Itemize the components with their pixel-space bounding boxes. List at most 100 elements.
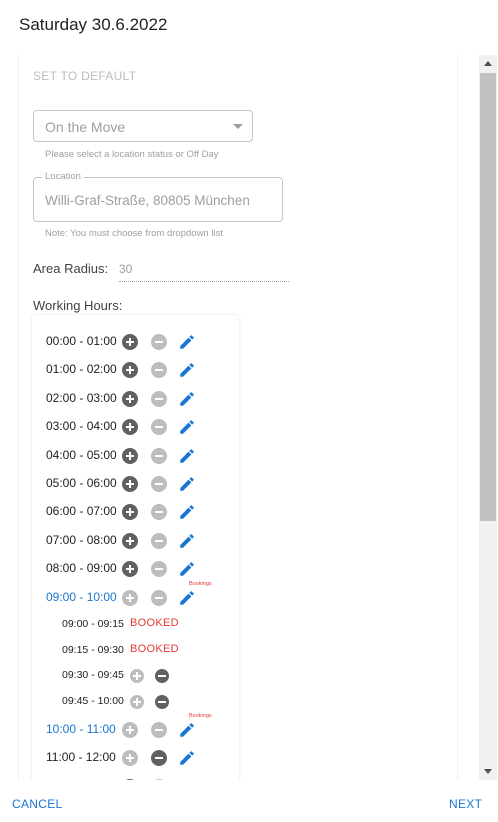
- add-circle-icon[interactable]: [130, 669, 144, 683]
- hour-row: 06:00 - 07:00: [32, 501, 239, 523]
- remove-circle-icon[interactable]: [155, 694, 169, 709]
- hour-row: 10:00 - 11:00 Bookings: [32, 713, 239, 741]
- remove-circle-icon[interactable]: [151, 362, 167, 379]
- pencil-icon[interactable]: [178, 532, 196, 550]
- pencil-icon[interactable]: [178, 333, 196, 351]
- remove-circle-icon[interactable]: [155, 669, 169, 683]
- add-circle-icon[interactable]: [122, 362, 138, 379]
- remove-circle-icon[interactable]: [151, 476, 167, 492]
- hour-row-time: 11:00 - 12:00: [46, 750, 116, 765]
- booking-slot-time: 09:00 - 09:15: [62, 618, 124, 630]
- hour-row: 02:00 - 03:00: [32, 388, 239, 410]
- bookings-tag: Bookings: [189, 713, 212, 719]
- hour-row-time: 06:00 - 07:00: [46, 504, 117, 519]
- dialog-content: SET TO DEFAULT On the Move Please select…: [18, 55, 458, 780]
- hour-row: 04:00 - 05:00: [32, 445, 239, 467]
- remove-circle-icon[interactable]: [151, 447, 167, 464]
- hour-row-time: 03:00 - 04:00: [46, 419, 117, 434]
- add-circle-icon[interactable]: [122, 561, 138, 578]
- scrollbar-thumb[interactable]: [480, 73, 496, 521]
- add-circle-icon[interactable]: [122, 504, 138, 521]
- remove-circle-icon[interactable]: [151, 504, 167, 521]
- add-circle-icon[interactable]: [122, 750, 138, 767]
- pencil-icon[interactable]: [178, 778, 196, 780]
- booking-slot-row: 09:00 - 09:15 BOOKED: [32, 614, 239, 636]
- location-value: Willi-Graf-Straße, 80805 München: [45, 193, 250, 208]
- hour-row-time: 00:00 - 01:00: [46, 334, 117, 348]
- hour-row: 12:00 - 13:00: [32, 776, 239, 780]
- hour-row-time: 12:00 - 13:00: [46, 779, 117, 780]
- add-circle-icon[interactable]: [122, 334, 138, 350]
- add-circle-icon[interactable]: [122, 476, 138, 492]
- booking-slot-time: 09:45 - 10:00: [62, 694, 124, 707]
- remove-circle-icon[interactable]: [151, 390, 167, 407]
- hour-row: 09:00 - 10:00 Bookings: [32, 581, 239, 609]
- hour-row-time: 05:00 - 06:00: [46, 476, 117, 490]
- add-circle-icon[interactable]: [130, 694, 144, 709]
- add-circle-icon[interactable]: [122, 589, 138, 606]
- scroll-up-arrow-icon[interactable]: [484, 61, 492, 66]
- scrollbar[interactable]: [479, 55, 497, 780]
- booked-label: BOOKED: [130, 617, 179, 629]
- pencil-icon[interactable]: [178, 721, 196, 739]
- hour-row: 08:00 - 09:00: [32, 558, 239, 580]
- add-circle-icon[interactable]: [122, 390, 138, 407]
- booking-slot-row: 09:15 - 09:30 BOOKED: [32, 640, 239, 662]
- next-button[interactable]: NEXT: [449, 797, 482, 811]
- remove-circle-icon[interactable]: [151, 778, 167, 780]
- chevron-down-icon: [233, 124, 243, 129]
- hour-row-time: 04:00 - 05:00: [46, 447, 117, 462]
- hour-row-time: 10:00 - 11:00: [46, 722, 116, 736]
- booking-slot-time: 09:15 - 09:30: [62, 643, 124, 656]
- pencil-icon[interactable]: [178, 589, 196, 607]
- location-status-value: On the Move: [45, 119, 126, 135]
- hour-row: 00:00 - 01:00: [32, 331, 239, 353]
- remove-circle-icon[interactable]: [151, 722, 167, 738]
- working-hours-list: 00:00 - 01:00 01:00 - 02:00 02:00 - 03:00 0…: [32, 315, 239, 780]
- area-radius-label: Area Radius:: [33, 261, 109, 276]
- pencil-icon[interactable]: [178, 390, 196, 408]
- remove-circle-icon[interactable]: [151, 750, 167, 767]
- remove-circle-icon[interactable]: [151, 419, 167, 436]
- add-circle-icon[interactable]: [122, 447, 138, 464]
- dialog-title: Saturday 30.6.2022: [19, 15, 168, 34]
- pencil-icon[interactable]: [178, 361, 196, 379]
- pencil-icon[interactable]: [178, 749, 196, 767]
- scroll-down-arrow-icon[interactable]: [484, 769, 492, 774]
- bookings-tag: Bookings: [189, 580, 212, 587]
- remove-circle-icon[interactable]: [151, 561, 167, 578]
- hour-row: 01:00 - 02:00: [32, 359, 239, 381]
- hour-row-time: 02:00 - 03:00: [46, 390, 117, 405]
- pencil-icon[interactable]: [178, 418, 196, 436]
- location-helper-text: Note: You must choose from dropdown list: [45, 228, 223, 239]
- remove-circle-icon[interactable]: [151, 532, 167, 549]
- pencil-icon[interactable]: [178, 503, 196, 521]
- set-to-default-button[interactable]: SET TO DEFAULT: [33, 69, 136, 83]
- area-radius-value: 30: [119, 262, 133, 276]
- add-circle-icon[interactable]: [122, 778, 138, 780]
- area-radius-input[interactable]: 30: [119, 260, 289, 282]
- hour-row: 07:00 - 08:00: [32, 530, 239, 552]
- pencil-icon[interactable]: [178, 447, 196, 465]
- location-status-select[interactable]: On the Move: [33, 110, 253, 142]
- cancel-button[interactable]: CANCEL: [12, 797, 62, 811]
- booking-slot-time: 09:30 - 09:45: [62, 669, 124, 681]
- remove-circle-icon[interactable]: [151, 334, 167, 350]
- hour-row-time: 07:00 - 08:00: [46, 532, 117, 547]
- pencil-icon[interactable]: [178, 475, 196, 493]
- pencil-icon[interactable]: [178, 560, 196, 578]
- hour-row-time: 01:00 - 02:00: [46, 362, 117, 377]
- hour-row-time: 09:00 - 10:00: [46, 589, 117, 604]
- add-circle-icon[interactable]: [122, 722, 138, 738]
- hour-row-time: 08:00 - 09:00: [46, 561, 117, 576]
- location-field[interactable]: Location Willi-Graf-Straße, 80805 Münche…: [33, 171, 283, 222]
- location-field-label: Location: [42, 171, 84, 182]
- add-circle-icon[interactable]: [122, 419, 138, 436]
- add-circle-icon[interactable]: [122, 532, 138, 549]
- hour-row: 05:00 - 06:00: [32, 473, 239, 495]
- working-hours-label: Working Hours:: [33, 298, 123, 313]
- booking-slot-row: 09:30 - 09:45: [32, 665, 239, 687]
- hour-row: 11:00 - 12:00: [32, 747, 239, 769]
- hour-row: 03:00 - 04:00: [32, 416, 239, 438]
- remove-circle-icon[interactable]: [151, 589, 167, 606]
